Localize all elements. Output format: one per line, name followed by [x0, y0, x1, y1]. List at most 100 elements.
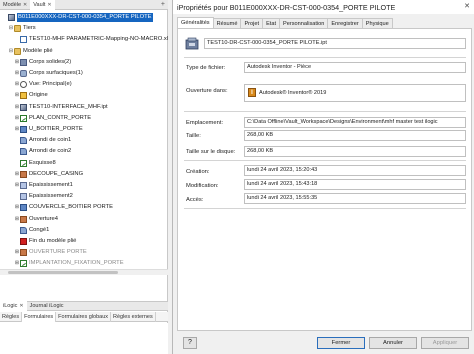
eye-icon	[20, 81, 27, 89]
tree-item-label: IMPLANTATION_FIXATION_PORTE	[29, 260, 124, 267]
tree-item-label: Epaississement2	[29, 193, 73, 200]
feature-icon	[20, 126, 27, 133]
tab-ilogic-label: iLogic	[3, 303, 18, 309]
tree-item-label: DECOUPE_CASING	[29, 170, 84, 177]
tree-item[interactable]: ⊟ Tiers	[8, 24, 36, 33]
subtab-external-rules[interactable]: Règles externes	[111, 311, 156, 322]
ilogic-content	[0, 323, 168, 354]
tab-ilogic[interactable]: iLogic ✕	[0, 301, 27, 311]
sketch-icon	[20, 260, 27, 268]
part-icon	[8, 14, 15, 21]
tree-item[interactable]: ⊞ TEST10-INTERFACE_MHF.ipt	[14, 103, 108, 112]
tab-summary[interactable]: Résumé	[212, 18, 242, 28]
fillet-icon	[20, 137, 27, 145]
tree-item-label: Tiers	[23, 25, 36, 32]
tree-item[interactable]: ⊞ IMPLANTATION_FIXATION_PORTE	[14, 259, 124, 268]
shell-icon	[20, 182, 27, 189]
help-icon[interactable]: ?	[183, 337, 197, 349]
tree-item[interactable]: ⊞ U_BOITIER_PORTE	[14, 125, 83, 134]
tree-item[interactable]: Congé1	[14, 226, 49, 235]
tree-item-label: Corps solides(2)	[29, 58, 72, 65]
close-icon[interactable]: ✕	[23, 0, 27, 10]
tab-save[interactable]: Enregistrer	[327, 18, 363, 28]
close-icon[interactable]: ✕	[47, 0, 51, 10]
folder-icon	[14, 25, 21, 33]
add-tab-icon[interactable]: +	[161, 1, 165, 9]
tree-item[interactable]: ⊞ Epaississement1	[14, 181, 73, 190]
sketch-icon	[20, 114, 27, 122]
open-in-label: Ouverture dans:	[186, 88, 228, 94]
separator	[184, 160, 466, 161]
tree-item[interactable]: ⊞ Corps solides(2)	[14, 58, 71, 67]
subtab-forms[interactable]: Formulaires	[22, 311, 57, 322]
cancel-button[interactable]: Annuler	[369, 337, 417, 349]
tab-ilogic-journal[interactable]: Journal iLogic	[27, 301, 67, 311]
sketch-icon	[20, 159, 27, 167]
cut-icon	[20, 170, 27, 178]
tree-item-label: COUVERCLE_BOITIER PORTE	[29, 204, 113, 211]
dialog-title: iPropriétés pour B011E000XXX-DR-CST-000-…	[177, 2, 396, 12]
close-icon[interactable]: ✕	[19, 301, 23, 311]
part-icon	[20, 103, 27, 111]
tree-item[interactable]: B011E000XXX-DR-CST-000-0354_PORTE PILOTE	[2, 13, 153, 22]
tab-model[interactable]: Modèle ✕	[0, 0, 30, 10]
filename-field[interactable]: TEST10-DR-CST-000-0354_PORTE PILOTE.ipt	[204, 38, 466, 49]
tree-item[interactable]: Esquisse8	[14, 159, 56, 168]
fillet-icon	[20, 148, 27, 156]
origin-icon	[20, 92, 27, 100]
close-button[interactable]: Fermer	[317, 337, 365, 349]
subtab-global-forms[interactable]: Formulaires globaux	[56, 311, 111, 322]
tree-item[interactable]: Fin du modèle plié	[14, 237, 76, 246]
tree-item[interactable]: ⊞ DECOUPE_CASING	[14, 170, 83, 179]
file-type-value: Autodesk Inventor - Pièce	[244, 62, 466, 73]
general-tab-panel: TEST10-DR-CST-000-0354_PORTE PILOTE.ipt …	[177, 28, 472, 331]
apply-button[interactable]: Appliquer	[421, 337, 469, 349]
ilogic-subtabs: Règles Formulaires Formulaires globaux R…	[0, 311, 168, 322]
tab-vault[interactable]: Vault ✕	[30, 0, 55, 10]
link-icon	[20, 36, 27, 44]
tab-project[interactable]: Projet	[240, 18, 264, 28]
close-icon[interactable]: ✕	[464, 2, 470, 10]
tree-item-label: B011E000XXX-DR-CST-000-0354_PORTE PILOTE	[17, 13, 153, 22]
tree-item-label: Corps surfaciques(1)	[29, 70, 83, 76]
disk-size-label: Taille sur le disque:	[186, 149, 236, 155]
created-value: lundi 24 avril 2023, 15:20:43	[244, 165, 466, 176]
tree-item[interactable]: ⊟ Modèle plié	[8, 47, 53, 56]
size-value: 268,00 KB	[244, 130, 466, 141]
tree-item[interactable]: Arrondi de coin2	[14, 147, 71, 156]
tab-physical[interactable]: Physique	[361, 18, 393, 28]
tree-item[interactable]: ⊞ Corps surfaciques(1)	[14, 69, 83, 78]
tree-item-label: Congé1	[29, 226, 50, 233]
accessed-label: Accès:	[186, 197, 204, 203]
scrollbar-thumb[interactable]	[8, 271, 118, 274]
tree-item[interactable]: TEST10-MHF PARAMETRIC-Mapping-NO-MACRO.x…	[14, 35, 168, 44]
tree-item[interactable]: ⊞ Ouverture4	[14, 215, 58, 224]
tree-item-label: Vue: Principal(e)	[29, 81, 72, 88]
location-value: C:\Data Offline\Vault_Workspace\Designs\…	[244, 117, 466, 128]
tree-item[interactable]: Arrondi de coin1	[14, 136, 71, 145]
tree-item-label: Modèle plié	[23, 47, 53, 54]
tree-item[interactable]: ⊞ COUVERCLE_BOITIER PORTE	[14, 203, 113, 212]
tab-general[interactable]: Généralités	[177, 17, 214, 28]
tree-item[interactable]: ⊞ Origine	[14, 91, 48, 100]
open-in-field: I Autodesk® Inventor® 2019	[244, 84, 466, 102]
tree-item[interactable]: ⊞ PLAN_CONTR_PORTE	[14, 114, 91, 123]
tree-item[interactable]: ⊞ Vue: Principal(e)	[14, 80, 72, 89]
separator	[184, 208, 466, 209]
separator	[184, 57, 466, 58]
model-browser: Modèle ✕ Vault ✕ + B011E000XXX-DR-CST-00…	[0, 0, 168, 354]
tree-item-label: U_BOITIER_PORTE	[29, 126, 83, 132]
tree-horizontal-scrollbar[interactable]	[0, 269, 168, 275]
tree-item[interactable]: ⊞ OUVERTURE PORTE	[14, 248, 87, 257]
tree-item-label: Origine	[29, 92, 48, 99]
tab-custom[interactable]: Personnalisation	[279, 18, 329, 28]
tab-model-label: Modèle	[3, 1, 22, 8]
subtab-rules[interactable]: Règles	[0, 311, 23, 322]
iproperties-dialog: iPropriétés pour B011E000XXX-DR-CST-000-…	[172, 0, 474, 354]
tree-item[interactable]: Epaississement2	[14, 192, 73, 201]
cut-icon	[20, 215, 27, 223]
tab-status[interactable]: Etat	[262, 18, 281, 28]
part-file-icon	[185, 37, 199, 51]
feature-icon	[20, 204, 27, 212]
tree-item-label: Ouverture4	[29, 215, 58, 222]
